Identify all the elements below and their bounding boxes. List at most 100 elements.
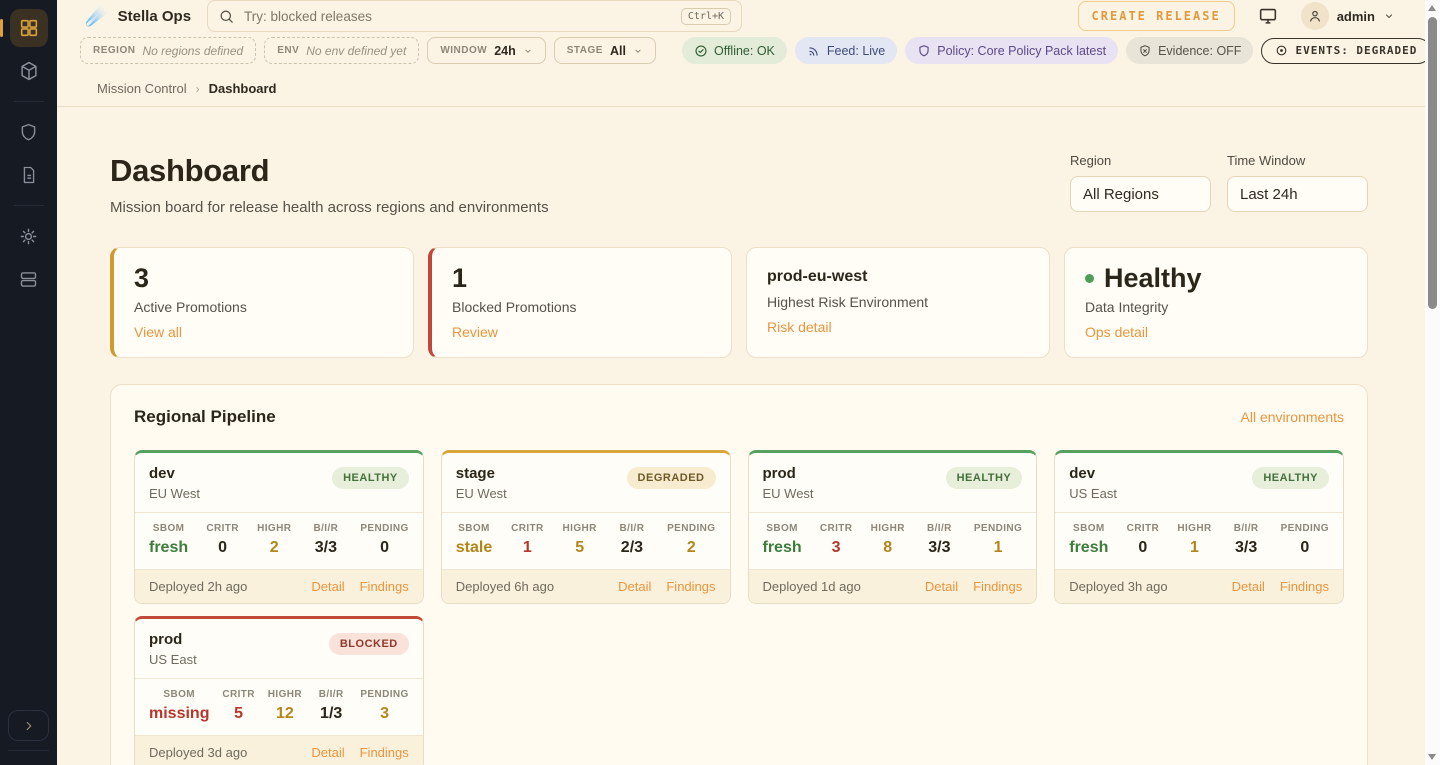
- region-filter-select[interactable]: All Regions: [1070, 176, 1211, 212]
- window-context-dropdown[interactable]: WINDOW 24h: [427, 37, 545, 64]
- stat-value-highr: 1: [1177, 539, 1211, 557]
- findings-link[interactable]: Findings: [360, 745, 409, 760]
- sidebar-item-settings[interactable]: [10, 217, 48, 255]
- detail-link[interactable]: Detail: [618, 579, 651, 594]
- scrollbar-thumb[interactable]: [1428, 17, 1437, 309]
- gear-icon: [18, 226, 39, 247]
- stat-card-row: 3 Active Promotions View all 1 Blocked P…: [110, 247, 1368, 358]
- env-region: US East: [149, 652, 197, 667]
- env-card-prod-eu-west[interactable]: prod EU West HEALTHY SBOMfresh CRITR3 HI…: [748, 450, 1038, 604]
- deployed-text: Deployed 3d ago: [149, 745, 247, 760]
- ops-detail-link[interactable]: Ops detail: [1085, 324, 1148, 340]
- chevron-down-icon: [633, 46, 643, 56]
- user-menu[interactable]: admin: [1301, 2, 1395, 30]
- findings-link[interactable]: Findings: [360, 579, 409, 594]
- active-promotions-value: 3: [134, 263, 393, 294]
- deployed-text: Deployed 3h ago: [1069, 579, 1167, 594]
- chevron-right-icon: ›: [196, 82, 200, 96]
- sidebar-item-dashboard[interactable]: [10, 9, 48, 47]
- env-card-stage-eu-west[interactable]: stage EU West DEGRADED SBOMstale CRITR1 …: [441, 450, 731, 604]
- env-card-prod-us-east[interactable]: prod US East BLOCKED SBOMmissing CRITR5 …: [134, 616, 424, 765]
- stat-value-highr: 12: [268, 705, 302, 723]
- page-title-block: Dashboard Mission board for release heal…: [110, 153, 549, 216]
- display-monitor-icon[interactable]: [1257, 5, 1279, 27]
- search-input[interactable]: [244, 9, 672, 24]
- top-bar: ☄️ Stella Ops Ctrl+K CREATE RELEASE: [57, 0, 1425, 32]
- global-search[interactable]: Ctrl+K: [207, 0, 742, 32]
- time-window-filter-select[interactable]: Last 24h: [1227, 176, 1368, 212]
- sidebar-item-documents[interactable]: [10, 156, 48, 194]
- risk-detail-link[interactable]: Risk detail: [767, 319, 832, 335]
- view-all-link[interactable]: View all: [134, 324, 182, 340]
- stat-header-critr: CRITR: [510, 523, 544, 534]
- brand[interactable]: ☄️ Stella Ops: [85, 7, 191, 26]
- findings-link[interactable]: Findings: [1280, 579, 1329, 594]
- page-content: Dashboard Mission board for release heal…: [57, 107, 1368, 765]
- active-promotions-label: Active Promotions: [134, 299, 393, 315]
- offline-status-pill[interactable]: Offline: OK: [682, 37, 787, 64]
- time-window-filter-label: Time Window: [1227, 153, 1368, 168]
- vertical-scrollbar[interactable]: [1425, 0, 1440, 765]
- region-context-pill[interactable]: REGION No regions defined: [80, 37, 256, 64]
- regional-pipeline-header: Regional Pipeline All environments: [134, 407, 1344, 427]
- scroll-down-arrow[interactable]: [1428, 754, 1436, 760]
- evidence-status-pill[interactable]: Evidence: OFF: [1126, 37, 1253, 64]
- events-status-pill[interactable]: EVENTS: DEGRADED: [1261, 38, 1431, 64]
- stage-context-dropdown[interactable]: STAGE All: [554, 37, 656, 64]
- top-right-actions: CREATE RELEASE admin: [1078, 1, 1395, 31]
- detail-link[interactable]: Detail: [1232, 579, 1265, 594]
- stat-header-bir: B/I/R: [1229, 523, 1263, 534]
- stat-value-critr: 1: [510, 539, 544, 557]
- highest-risk-card: prod-eu-west Highest Risk Environment Ri…: [746, 247, 1050, 358]
- window-context-value: 24h: [494, 44, 516, 58]
- env-card-footer: Deployed 2h ago DetailFindings: [135, 569, 423, 603]
- page-filters: Region All Regions Time Window Last 24h: [1070, 153, 1368, 212]
- rss-feed-icon: [807, 44, 821, 58]
- servers-icon: [18, 269, 39, 290]
- stat-header-pending: PENDING: [360, 689, 408, 700]
- window-context-label: WINDOW: [440, 45, 487, 56]
- sidebar-item-security[interactable]: [10, 113, 48, 151]
- sidebar-item-releases[interactable]: [10, 52, 48, 90]
- time-window-filter: Time Window Last 24h: [1227, 153, 1368, 212]
- region-context-value: No regions defined: [142, 44, 243, 58]
- findings-link[interactable]: Findings: [973, 579, 1022, 594]
- stat-value-bir: 3/3: [922, 539, 956, 557]
- stat-header-sbom: SBOM: [149, 689, 209, 700]
- region-context-label: REGION: [93, 45, 135, 56]
- findings-link[interactable]: Findings: [666, 579, 715, 594]
- page-subtitle: Mission board for release health across …: [110, 199, 549, 216]
- status-badge: HEALTHY: [332, 467, 409, 489]
- environment-grid: dev EU West HEALTHY SBOMfresh CRITR0 HIG…: [134, 450, 1344, 765]
- env-card-dev-us-east[interactable]: dev US East HEALTHY SBOMfresh CRITR0 HIG…: [1054, 450, 1344, 604]
- data-integrity-health: Healthy: [1085, 263, 1347, 294]
- region-filter: Region All Regions: [1070, 153, 1211, 212]
- stat-value-critr: 0: [1126, 539, 1160, 557]
- env-card-dev-eu-west[interactable]: dev EU West HEALTHY SBOMfresh CRITR0 HIG…: [134, 450, 424, 604]
- feed-status-pill[interactable]: Feed: Live: [795, 37, 897, 64]
- review-link[interactable]: Review: [452, 324, 498, 340]
- user-name: admin: [1337, 9, 1375, 24]
- sidebar-item-infrastructure[interactable]: [10, 260, 48, 298]
- detail-link[interactable]: Detail: [925, 579, 958, 594]
- detail-link[interactable]: Detail: [311, 579, 344, 594]
- search-shortcut-badge: Ctrl+K: [681, 8, 731, 25]
- sidebar-collapse-button[interactable]: [8, 710, 49, 741]
- stat-header-sbom: SBOM: [456, 523, 492, 534]
- stat-value-sbom: fresh: [1069, 539, 1108, 557]
- sidebar-divider: [14, 101, 44, 102]
- all-environments-link[interactable]: All environments: [1241, 409, 1345, 425]
- stat-value-sbom: missing: [149, 705, 209, 723]
- stat-value-highr: 5: [563, 539, 597, 557]
- env-context-pill[interactable]: ENV No env defined yet: [264, 37, 419, 64]
- breadcrumb-parent[interactable]: Mission Control: [97, 81, 187, 96]
- detail-link[interactable]: Detail: [311, 745, 344, 760]
- policy-status-pill[interactable]: Policy: Core Policy Pack latest: [905, 37, 1118, 64]
- deployed-text: Deployed 1d ago: [763, 579, 861, 594]
- region-filter-label: Region: [1070, 153, 1211, 168]
- scroll-up-arrow[interactable]: [1428, 5, 1436, 11]
- env-card-footer: Deployed 3h ago Detail Findings: [1055, 569, 1343, 603]
- create-release-button[interactable]: CREATE RELEASE: [1078, 1, 1235, 31]
- stat-header-bir: B/I/R: [314, 689, 348, 700]
- blocked-promotions-card: 1 Blocked Promotions Review: [428, 247, 732, 358]
